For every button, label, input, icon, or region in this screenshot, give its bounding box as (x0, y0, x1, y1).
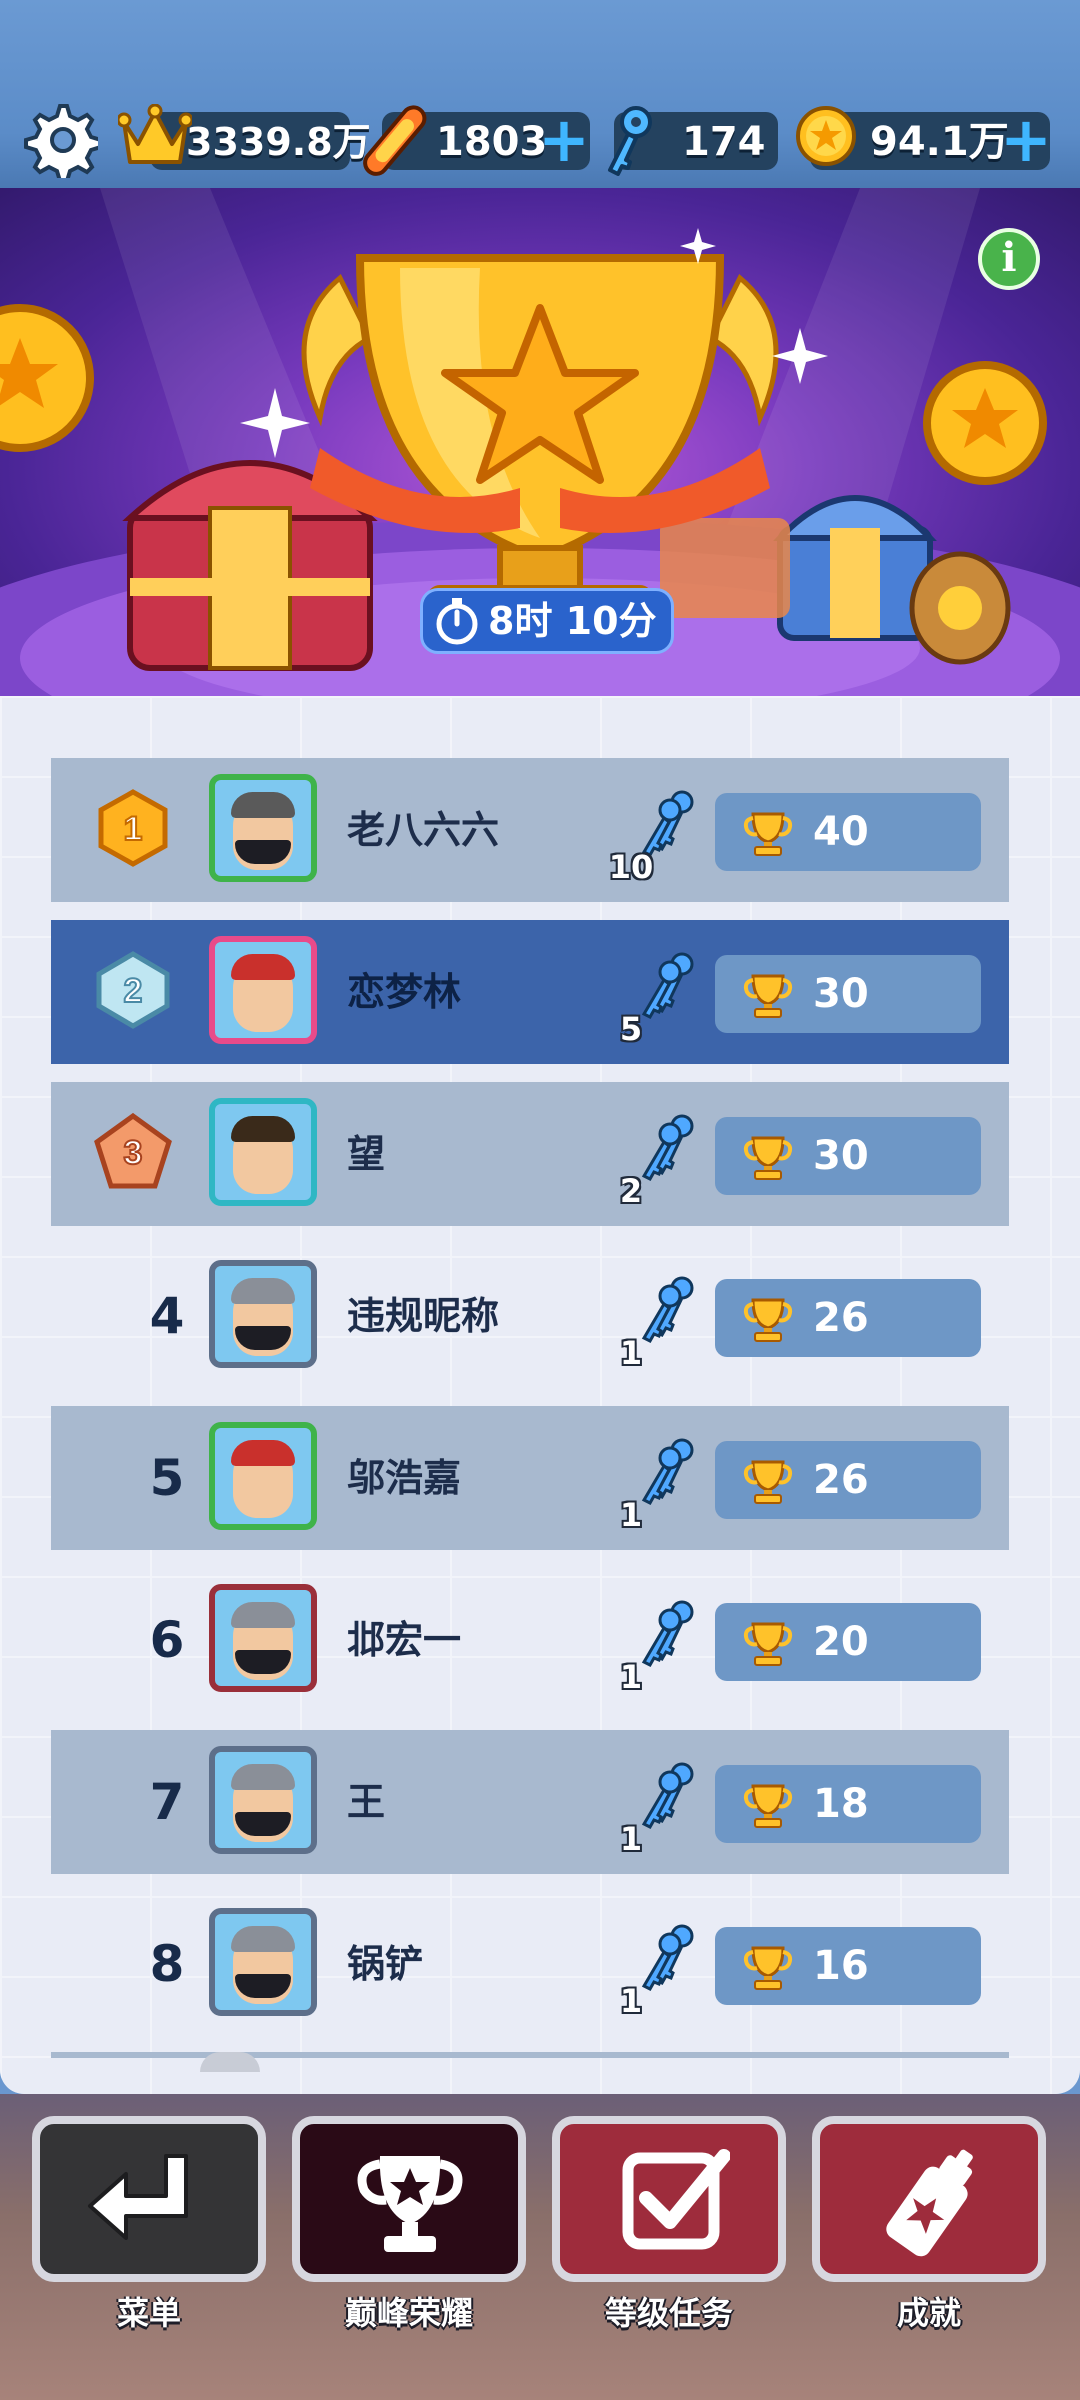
player-avatar[interactable] (209, 774, 317, 882)
trophy-nav-icon (357, 2156, 463, 2252)
peak-honor-button[interactable] (292, 2116, 526, 2282)
rank-number: 7 (149, 1773, 185, 1831)
keys-count: 1 (619, 1658, 643, 1696)
leaderboard-row[interactable]: 4 违规昵称 1 26 (51, 1244, 1009, 1388)
trophy-icon (743, 812, 793, 856)
leaderboard-panel: 1 老八六六 10 40 2 恋梦林 5 30 3 望 2 30 4 违规昵称 1 26 5 邬浩嘉 1 26 6 邶宏一… (0, 696, 1080, 2094)
next-avatar-peek (200, 2052, 260, 2072)
leaderboard-row[interactable]: 2 恋梦林 5 30 (51, 920, 1009, 1064)
player-avatar[interactable] (209, 1908, 317, 2016)
crowns-value: 3339.8万 (186, 120, 371, 164)
player-avatar[interactable] (209, 1584, 317, 1692)
rank-medal-number: 3 (124, 1134, 143, 1172)
leaderboard-row[interactable]: 7 王 1 18 (51, 1730, 1009, 1874)
player-name: 王 (347, 1780, 386, 1824)
player-name: 违规昵称 (347, 1294, 500, 1338)
rank-medal-number: 1 (124, 810, 143, 848)
achievements-label: 成就 (896, 2294, 961, 2332)
leaderboard-row[interactable]: 1 老八六六 10 40 (51, 758, 1009, 902)
rank-number: 6 (149, 1611, 185, 1669)
checkbox-icon (622, 2149, 730, 2250)
key-icon (608, 106, 652, 176)
trophy-icon (743, 1136, 793, 1180)
trophy-score: 30 (813, 1133, 869, 1179)
trophy-icon (743, 1460, 793, 1504)
leaderboard-row[interactable]: 5 邬浩嘉 1 26 (51, 1406, 1009, 1550)
trophy-score: 30 (813, 971, 869, 1017)
rank-number: 4 (149, 1287, 185, 1345)
peak-honor-label: 巅峰荣耀 (344, 2294, 473, 2332)
player-avatar[interactable] (209, 936, 317, 1044)
boards-value: 1803 (436, 119, 548, 165)
player-name: 望 (347, 1132, 386, 1176)
keys-count: 2 (619, 1172, 643, 1210)
keys-count: 1 (619, 1334, 643, 1372)
rank-medal-icon: 2 (96, 951, 170, 1029)
keys-count: 1 (619, 1496, 643, 1534)
keys-count: 10 (608, 848, 654, 886)
event-timer-text: 8时 10分 (488, 599, 657, 643)
level-tasks-button[interactable] (552, 2116, 786, 2282)
level-tasks-label: 等级任务 (604, 2294, 733, 2332)
spray-can-icon (886, 2149, 973, 2257)
player-avatar[interactable] (209, 1098, 317, 1206)
keys-count: 5 (619, 1010, 643, 1048)
list-divider (51, 2052, 1009, 2058)
trophy-icon (743, 1784, 793, 1828)
avatar-hair (231, 792, 295, 818)
player-avatar[interactable] (209, 1422, 317, 1530)
trophy-score: 20 (813, 1619, 869, 1665)
keys-count: 1 (619, 1820, 643, 1858)
player-name: 老八六六 (347, 808, 500, 852)
keys-count: 1 (619, 1982, 643, 2020)
avatar-hair (231, 1440, 295, 1466)
return-arrow-icon (88, 2154, 188, 2240)
trophy-score: 18 (813, 1781, 869, 1827)
trophy-icon (743, 1298, 793, 1342)
menu-button[interactable] (32, 2116, 266, 2282)
rank-number: 8 (149, 1935, 185, 1993)
trophy-icon (743, 1622, 793, 1666)
rank-number: 5 (149, 1449, 185, 1507)
rank-medal-icon: 1 (98, 789, 168, 867)
leaderboard-row[interactable]: 6 邶宏一 1 20 (51, 1568, 1009, 1712)
player-name: 恋梦林 (347, 970, 462, 1014)
trophy-score: 26 (813, 1457, 869, 1503)
menu-label: 菜单 (116, 2294, 181, 2332)
avatar-hair (231, 1926, 295, 1952)
crown-icon (118, 104, 192, 164)
settings-gear-icon[interactable] (22, 102, 98, 178)
rank-medal-number: 2 (124, 972, 143, 1010)
panel-brick-pattern (0, 696, 1080, 2094)
coins-plus-button[interactable]: + (1000, 109, 1052, 171)
avatar-hair (231, 1116, 295, 1142)
leaderboard-row[interactable]: 3 望 2 30 (51, 1082, 1009, 1226)
avatar-hair (231, 1602, 295, 1628)
coins-value: 94.1万 (870, 119, 1009, 165)
coin-icon (796, 106, 856, 166)
trophy-score: 40 (813, 809, 869, 855)
trophy-score: 26 (813, 1295, 869, 1341)
player-avatar[interactable] (209, 1746, 317, 1854)
stopwatch-icon (436, 598, 478, 645)
avatar-hair (231, 1764, 295, 1790)
trophy-icon (743, 974, 793, 1018)
leaderboard-row[interactable]: 8 锅铲 1 16 (51, 1892, 1009, 2036)
player-name: 锅铲 (347, 1942, 424, 1986)
avatar-hair (231, 1278, 295, 1304)
info-button[interactable]: i (978, 228, 1040, 290)
rank-medal-icon: 3 (94, 1112, 172, 1189)
hoverboard-icon (363, 105, 427, 176)
avatar-hair (231, 954, 295, 980)
player-name: 邶宏一 (347, 1618, 462, 1662)
achievements-button[interactable] (812, 2116, 1046, 2282)
trophy-icon (743, 1946, 793, 1990)
player-avatar[interactable] (209, 1260, 317, 1368)
player-name: 邬浩嘉 (347, 1456, 462, 1500)
trophy-score: 16 (813, 1943, 869, 1989)
boards-plus-button[interactable]: + (538, 109, 590, 171)
keys-value: 174 (682, 119, 766, 165)
